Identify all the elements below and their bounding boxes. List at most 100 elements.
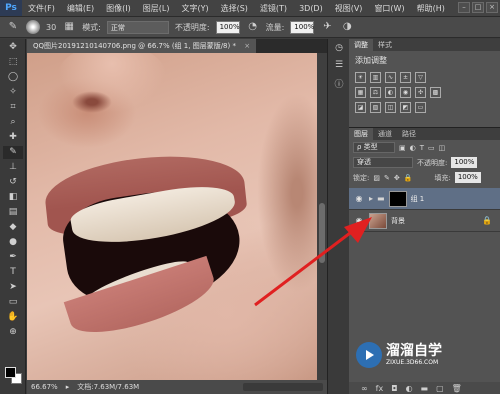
mode-select[interactable]: 正常 [106,20,169,34]
healing-brush-tool-icon[interactable]: ✚ [3,131,23,144]
selective-color-icon[interactable]: ◩ [400,102,411,113]
history-panel-icon[interactable]: ◷ [331,43,347,56]
menu-edit[interactable]: 编辑(E) [61,3,100,14]
lock-position-icon[interactable]: ✥ [394,174,400,182]
filter-shape-icon[interactable]: ▭ [428,144,435,152]
blend-mode-select[interactable]: 穿透 [353,157,413,168]
quick-select-tool-icon[interactable]: ✧ [3,86,23,99]
status-menu-icon[interactable]: ▸ [66,383,70,391]
brush-preset-picker[interactable] [26,20,40,34]
filter-pixel-icon[interactable]: ▣ [399,144,406,152]
menu-window[interactable]: 窗口(W) [368,3,410,14]
new-group-icon[interactable]: ▬ [421,384,429,393]
color-balance-icon[interactable]: ⚖ [370,87,381,98]
tab-layers[interactable]: 图层 [349,128,373,140]
info-panel-icon[interactable]: ⓘ [331,77,347,90]
filter-type-icon[interactable]: T [420,144,424,152]
canvas-vertical-scrollbar[interactable] [317,53,327,380]
menu-layer[interactable]: 图层(L) [137,3,176,14]
color-lookup-icon[interactable]: ▩ [430,87,441,98]
vibrance-icon[interactable]: ▽ [415,72,426,83]
shape-tool-icon[interactable]: ▭ [3,296,23,309]
hue-saturation-icon[interactable]: ▦ [355,87,366,98]
lock-transparent-icon[interactable]: ▨ [373,174,380,182]
lock-pixels-icon[interactable]: ✎ [384,174,390,182]
visibility-eye-icon[interactable]: ◉ [353,216,365,225]
maximize-icon[interactable]: □ [472,2,484,13]
color-swatches[interactable] [5,367,23,385]
layer-opacity-input[interactable]: 100% [451,157,478,168]
brush-tool-icon[interactable]: ✎ [3,146,23,159]
filter-adjust-icon[interactable]: ◐ [410,144,416,152]
gradient-map-icon[interactable]: ▭ [415,102,426,113]
layer-thumbnail[interactable] [369,212,387,229]
pressure-opacity-icon[interactable]: ◔ [246,20,260,34]
brush-tool-icon[interactable]: ✎ [6,20,20,34]
channel-mixer-icon[interactable]: ✣ [415,87,426,98]
lasso-tool-icon[interactable]: ◯ [3,71,23,84]
foreground-color[interactable] [5,367,16,378]
posterize-icon[interactable]: ▧ [370,102,381,113]
fill-input[interactable]: 100% [454,172,481,183]
menu-image[interactable]: 图像(I) [100,3,137,14]
brightness-icon[interactable]: ☀ [355,72,366,83]
move-tool-icon[interactable]: ✥ [3,41,23,54]
marquee-tool-icon[interactable]: ⬚ [3,56,23,69]
pen-tool-icon[interactable]: ✒ [3,251,23,264]
menu-help[interactable]: 帮助(H) [411,3,451,14]
menu-type[interactable]: 文字(Y) [175,3,214,14]
image-canvas[interactable] [27,53,317,380]
layer-name[interactable]: 组 1 [411,194,425,204]
hand-tool-icon[interactable]: ✋ [3,311,23,324]
eraser-tool-icon[interactable]: ◧ [3,191,23,204]
clone-stamp-tool-icon[interactable]: ⊥ [3,161,23,174]
minimize-icon[interactable]: – [458,2,470,13]
zoom-level[interactable]: 66.67% [31,383,58,391]
add-mask-icon[interactable]: ◘ [391,384,397,393]
delete-layer-icon[interactable]: 🗑 [452,384,462,393]
pressure-size-icon[interactable]: ◑ [340,20,354,34]
blur-tool-icon[interactable]: ◆ [3,221,23,234]
expand-arrow-icon[interactable]: ▸ [369,194,373,203]
menu-3d[interactable]: 3D(D) [293,4,329,13]
fx-icon[interactable]: fx [376,384,384,393]
type-tool-icon[interactable]: T [3,266,23,279]
menu-file[interactable]: 文件(F) [22,3,61,14]
new-layer-icon[interactable]: ▢ [436,384,444,393]
link-layers-icon[interactable]: ∞ [361,384,368,393]
properties-panel-icon[interactable]: ☰ [331,60,347,73]
tab-paths[interactable]: 路径 [397,128,421,140]
levels-icon[interactable]: ▥ [370,72,381,83]
close-tab-icon[interactable]: × [244,42,250,50]
menu-filter[interactable]: 滤镜(T) [254,3,293,14]
canvas-horizontal-scrollbar[interactable] [243,383,323,391]
threshold-icon[interactable]: ◫ [385,102,396,113]
visibility-eye-icon[interactable]: ◉ [353,194,365,203]
layer-kind-filter[interactable]: ρ 类型 [353,142,395,153]
opacity-input[interactable]: 100% [215,20,240,34]
photo-filter-icon[interactable]: ◉ [400,87,411,98]
new-adjustment-icon[interactable]: ◐ [406,384,413,393]
dodge-tool-icon[interactable]: ● [3,236,23,249]
close-icon[interactable]: × [486,2,498,13]
flow-input[interactable]: 100% [290,20,314,34]
scrollbar-thumb[interactable] [319,203,325,263]
tab-styles[interactable]: 样式 [373,39,397,51]
airbrush-icon[interactable]: ✈ [320,20,334,34]
brush-panel-icon[interactable]: ▦ [62,20,76,34]
crop-tool-icon[interactable]: ⌗ [3,101,23,114]
menu-view[interactable]: 视图(V) [329,3,369,14]
path-select-tool-icon[interactable]: ➤ [3,281,23,294]
gradient-tool-icon[interactable]: ▤ [3,206,23,219]
layer-mask-thumbnail[interactable] [388,190,407,207]
menu-select[interactable]: 选择(S) [215,3,254,14]
eyedropper-tool-icon[interactable]: ⌕ [3,116,23,129]
curves-icon[interactable]: ∿ [385,72,396,83]
zoom-tool-icon[interactable]: ⊕ [3,326,23,339]
lock-all-icon[interactable]: 🔒 [404,174,413,182]
invert-icon[interactable]: ◪ [355,102,366,113]
layer-name[interactable]: 背景 [391,216,405,226]
layer-row-background[interactable]: ◉ 背景 🔒 [349,210,500,232]
layer-row-group[interactable]: ◉ ▸ ▬ 组 1 [349,188,500,210]
filter-smart-icon[interactable]: ◫ [439,144,446,152]
